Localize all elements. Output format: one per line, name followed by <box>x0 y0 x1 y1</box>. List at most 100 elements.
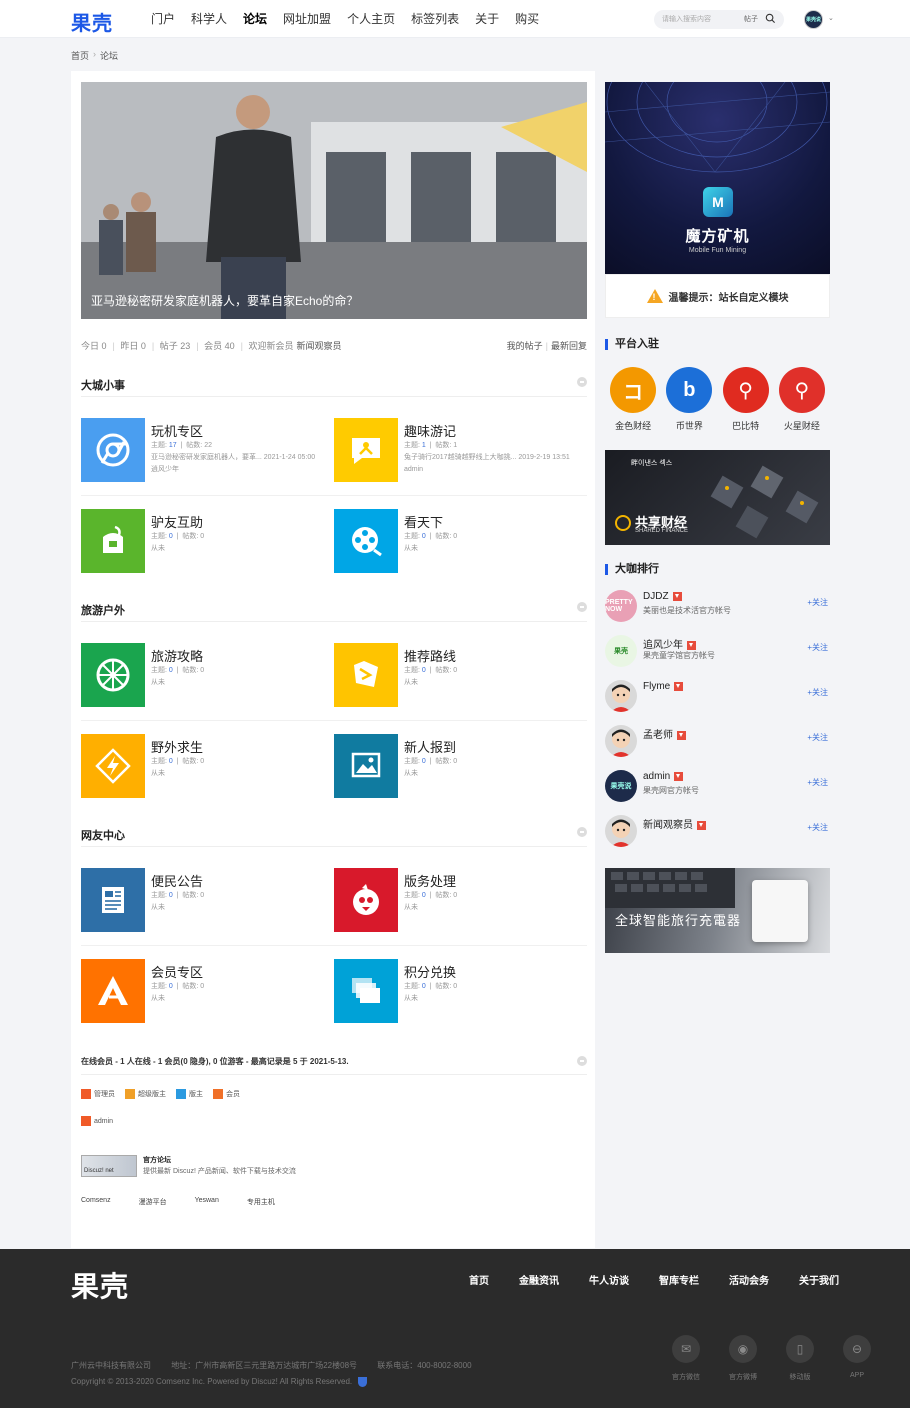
forum-last-post[interactable]: 亚马逊秘密研发家庭机器人，要革... 2021-1-24 05:00 逍风少年 <box>151 452 321 476</box>
follow-button[interactable]: +关注 <box>807 642 828 653</box>
official-title[interactable]: 官方论坛 <box>143 1155 171 1165</box>
rank-name[interactable]: 追风少年 <box>643 636 696 651</box>
wechat-link[interactable]: ✉ 官方微信 <box>666 1335 706 1382</box>
forum-name[interactable]: 玩机专区 <box>151 421 203 440</box>
nav-science[interactable]: 科学人 <box>183 0 235 38</box>
forum-item[interactable]: 版务处理 主题: 0 | 帖数: 0 从未 <box>334 868 584 954</box>
nav-sites[interactable]: 网址加盟 <box>275 0 339 38</box>
nav-home[interactable]: 个人主页 <box>339 0 403 38</box>
search-icon[interactable] <box>765 13 776 24</box>
avatar[interactable]: 果壳 <box>605 635 637 667</box>
search-input[interactable] <box>662 13 734 26</box>
shield-icon[interactable] <box>358 1377 368 1387</box>
forum-item[interactable]: 积分兑换 主题: 0 | 帖数: 0 从未 <box>334 959 584 1045</box>
app-link[interactable]: ⊖ APP <box>837 1335 877 1382</box>
breadcrumb-home[interactable]: 首页 <box>71 49 89 62</box>
footer-nav-item[interactable]: 活动会务 <box>729 1272 769 1287</box>
new-member-link[interactable]: 新闻观察员 <box>297 341 342 351</box>
avatar[interactable]: 果壳说 <box>605 770 637 802</box>
forum-item[interactable]: 看天下 主题: 0 | 帖数: 0 从未 <box>334 509 584 595</box>
breadcrumb-current[interactable]: 论坛 <box>100 49 118 62</box>
sidebar-ad-charger[interactable]: 全球智能旅行充電器 <box>605 868 830 953</box>
forum-last-post[interactable]: 兔子骑行2017越骑越野线上大咖挑... 2019-2-19 13:51 adm… <box>404 452 574 476</box>
forum-name[interactable]: 趣味游记 <box>404 421 456 440</box>
forum-item[interactable]: 推荐路线 主题: 0 | 帖数: 0 从未 <box>334 643 584 729</box>
site-logo[interactable]: 果壳 <box>71 7 113 36</box>
online-user[interactable]: admin <box>81 1116 113 1126</box>
link-item[interactable]: 专用主机 <box>247 1197 275 1207</box>
weibo-link[interactable]: ◉ 官方微博 <box>723 1335 763 1382</box>
forum-item[interactable]: 旅游攻略 主题: 0 | 帖数: 0 从未 <box>81 643 331 729</box>
mobile-link[interactable]: ▯ 移动版 <box>780 1335 820 1382</box>
forum-name[interactable]: 看天下 <box>404 512 443 531</box>
search-type-select[interactable]: 帖子 <box>744 14 758 24</box>
forum-item[interactable]: 便民公告 主题: 0 | 帖数: 0 从未 <box>81 868 331 954</box>
follow-button[interactable]: +关注 <box>807 597 828 608</box>
rank-name[interactable]: DJDZ <box>643 591 682 602</box>
footer-nav-item[interactable]: 牛人访谈 <box>589 1272 629 1287</box>
forum-name[interactable]: 版务处理 <box>404 871 456 890</box>
link-item[interactable]: Yeswan <box>195 1197 219 1207</box>
forum-name[interactable]: 便民公告 <box>151 871 203 890</box>
follow-button[interactable]: +关注 <box>807 687 828 698</box>
footer-nav-item[interactable]: 首页 <box>469 1272 489 1287</box>
banner-caption[interactable]: 亚马逊秘密研发家庭机器人，要革自家Echo的命？ <box>91 292 358 309</box>
forum-name[interactable]: 积分兑换 <box>404 962 456 981</box>
rank-name[interactable]: 新闻观察员 <box>643 816 706 831</box>
avatar[interactable] <box>605 815 637 847</box>
forum-item[interactable]: 野外求生 主题: 0 | 帖数: 0 从未 <box>81 734 331 820</box>
avatar[interactable] <box>605 680 637 712</box>
platform-name[interactable]: 巴比特 <box>721 419 771 432</box>
discuz-logo[interactable]: Discuz! net <box>81 1155 137 1177</box>
rank-name[interactable]: Flyme <box>643 681 684 692</box>
online-user-name[interactable]: admin <box>94 1118 113 1125</box>
follow-button[interactable]: +关注 <box>807 777 828 788</box>
forum-name[interactable]: 新人报到 <box>404 737 456 756</box>
follow-button[interactable]: +关注 <box>807 732 828 743</box>
footer-nav-item[interactable]: 金融资讯 <box>519 1272 559 1287</box>
nav-tags[interactable]: 标签列表 <box>403 0 467 38</box>
nav-about[interactable]: 关于 <box>467 0 507 38</box>
user-avatar[interactable]: 果壳说 <box>804 10 823 29</box>
banner-slide[interactable]: 亚马逊秘密研发家庭机器人，要革自家Echo的命？ <box>81 82 587 319</box>
forum-name[interactable]: 会员专区 <box>151 962 203 981</box>
rank-name[interactable]: 孟老师 <box>643 726 686 741</box>
forum-name[interactable]: 旅游攻略 <box>151 646 203 665</box>
platform-item[interactable]: ⚲ 巴比特 <box>721 367 771 432</box>
platform-item[interactable]: コ 金色财经 <box>608 367 658 432</box>
forum-name[interactable]: 野外求生 <box>151 737 203 756</box>
forum-name[interactable]: 推荐路线 <box>404 646 456 665</box>
forum-item[interactable]: 新人报到 主题: 0 | 帖数: 0 从未 <box>334 734 584 820</box>
collapse-icon[interactable] <box>577 1056 587 1066</box>
avatar[interactable] <box>605 725 637 757</box>
forum-item[interactable]: 驴友互助 主题: 0 | 帖数: 0 从未 <box>81 509 331 595</box>
chevron-down-icon[interactable]: ⌄ <box>828 14 834 22</box>
platform-item[interactable]: ⚲ 火星财经 <box>777 367 827 432</box>
nav-buy[interactable]: 购买 <box>507 0 547 38</box>
forum-item[interactable]: 会员专区 主题: 0 | 帖数: 0 从未 <box>81 959 331 1045</box>
rank-name[interactable]: admin <box>643 771 684 782</box>
sidebar-ad-finance[interactable]: 畔이낸스 섹스 共享财经 SHARED FINANCE <box>605 450 830 545</box>
forum-item[interactable]: 趣味游记 主题: 1 | 帖数: 1 兔子骑行2017越骑越野线上大咖挑... … <box>334 418 584 504</box>
follow-button[interactable]: +关注 <box>807 822 828 833</box>
platform-name[interactable]: 火星财经 <box>777 419 827 432</box>
link-item[interactable]: 漫游平台 <box>139 1197 167 1207</box>
platform-name[interactable]: 金色财经 <box>608 419 658 432</box>
nav-portal[interactable]: 门户 <box>143 0 183 38</box>
my-posts-link[interactable]: 我的帖子 <box>507 341 543 351</box>
link-item[interactable]: Comsenz <box>81 1197 111 1207</box>
latest-reply-link[interactable]: 最新回复 <box>551 341 587 351</box>
collapse-icon[interactable] <box>577 377 587 387</box>
collapse-icon[interactable] <box>577 827 587 837</box>
collapse-icon[interactable] <box>577 602 587 612</box>
platform-item[interactable]: b 币世界 <box>664 367 714 432</box>
nav-forum[interactable]: 论坛 <box>235 0 275 38</box>
sidebar-ad-mining[interactable]: M 魔方矿机 Mobile Fun Mining <box>605 82 830 274</box>
footer-nav-item[interactable]: 关于我们 <box>799 1272 839 1287</box>
forum-item[interactable]: 玩机专区 主题: 17 | 帖数: 22 亚马逊秘密研发家庭机器人，要革... … <box>81 418 331 504</box>
platform-name[interactable]: 币世界 <box>664 419 714 432</box>
footer-logo[interactable]: 果壳 <box>71 1265 129 1305</box>
footer-nav-item[interactable]: 智库专栏 <box>659 1272 699 1287</box>
forum-name[interactable]: 驴友互助 <box>151 512 203 531</box>
avatar[interactable]: PRETTY NOW <box>605 590 637 622</box>
